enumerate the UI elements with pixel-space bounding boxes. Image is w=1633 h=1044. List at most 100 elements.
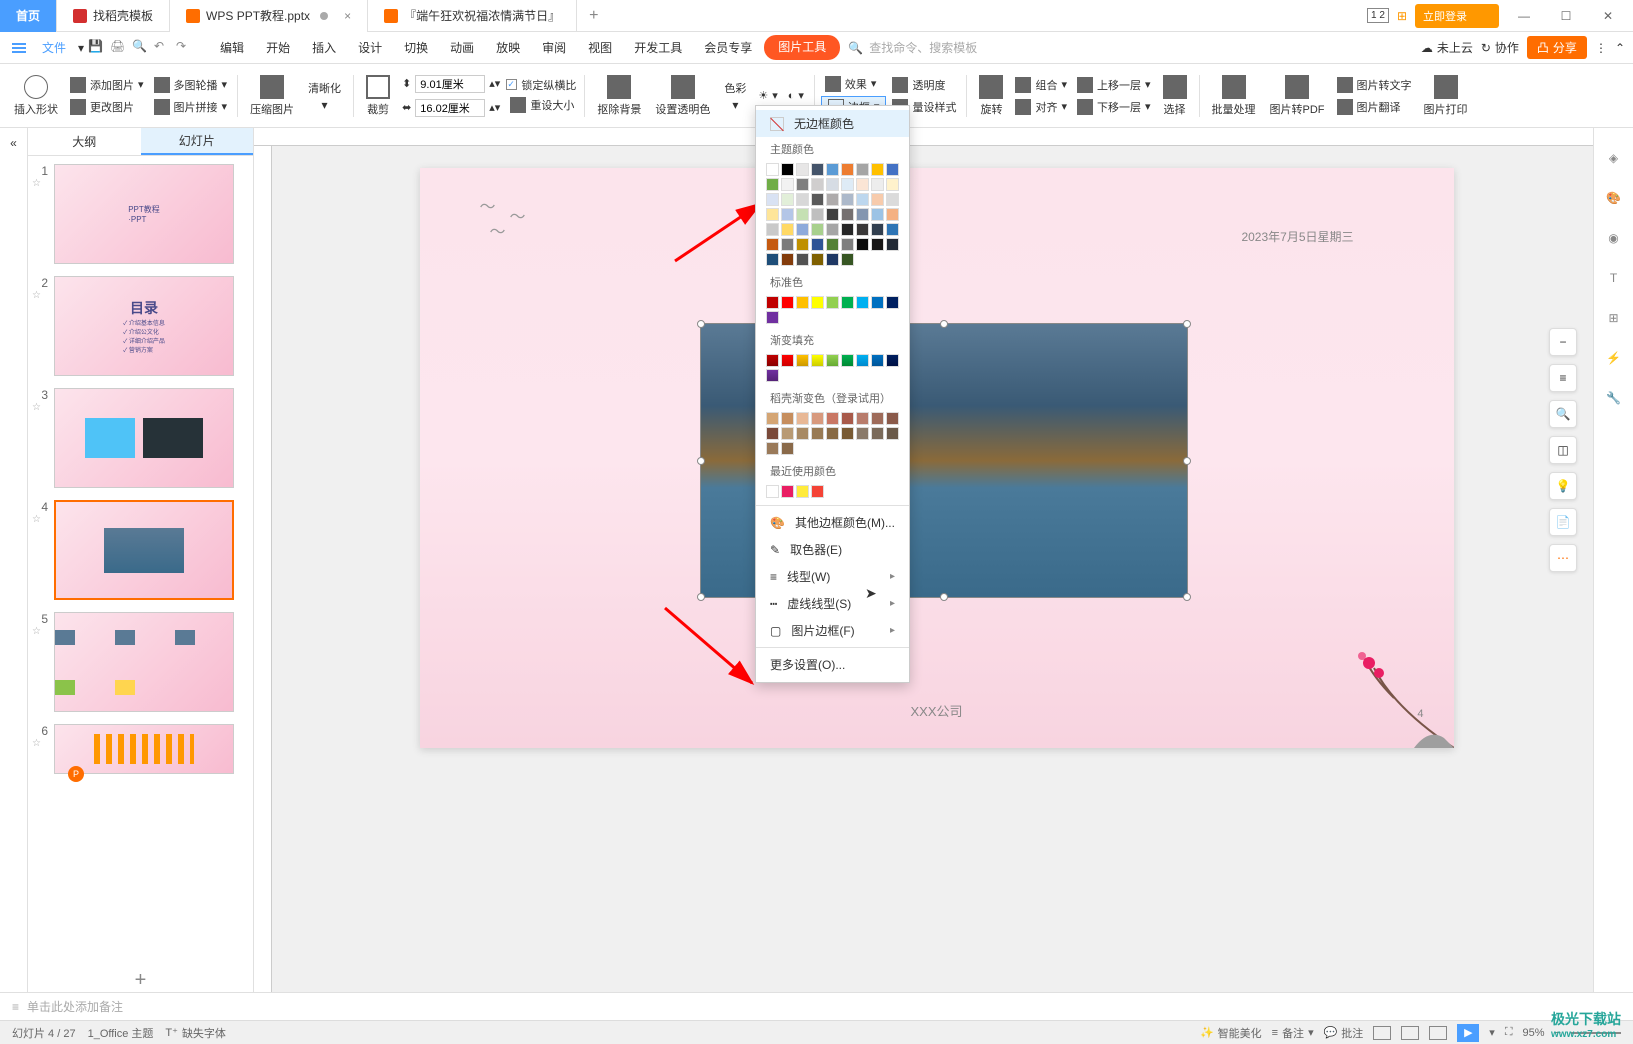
align-button[interactable]: 对齐▾	[1011, 97, 1071, 117]
tb-transparency[interactable]: 设置透明色	[649, 75, 716, 117]
float-crop-icon[interactable]: ◫	[1549, 436, 1577, 464]
color-swatch[interactable]	[856, 412, 869, 425]
slide-thumb-3[interactable]: 3☆	[32, 388, 249, 488]
slide-thumb-4[interactable]: 4☆	[32, 500, 249, 600]
rt-layout-icon[interactable]: ⊞	[1604, 308, 1624, 328]
color-swatch[interactable]	[871, 223, 884, 236]
color-swatch[interactable]	[826, 193, 839, 206]
color-swatch[interactable]	[766, 238, 779, 251]
color-swatch[interactable]	[841, 427, 854, 440]
thumbnail[interactable]	[54, 724, 234, 774]
menu-start[interactable]: 开始	[256, 35, 300, 60]
color-swatch[interactable]	[766, 369, 779, 382]
color-swatch[interactable]	[781, 354, 794, 367]
color-swatch[interactable]	[781, 223, 794, 236]
tb-select[interactable]: 选择	[1157, 75, 1193, 117]
color-swatch[interactable]	[856, 223, 869, 236]
color-swatch[interactable]	[781, 253, 794, 266]
menu-slideshow[interactable]: 放映	[486, 35, 530, 60]
color-swatch[interactable]	[856, 163, 869, 176]
color-swatch[interactable]	[781, 296, 794, 309]
rt-shapes-icon[interactable]: ◉	[1604, 228, 1624, 248]
dd-pic-border[interactable]: ▢图片边框(F)▸	[756, 617, 909, 644]
command-search[interactable]: 🔍 查找命令、搜索模板	[848, 39, 977, 56]
color-swatch[interactable]	[781, 208, 794, 221]
print-icon[interactable]: 🖨	[110, 39, 128, 57]
color-swatch[interactable]	[886, 208, 899, 221]
color-swatch[interactable]	[781, 178, 794, 191]
color-swatch[interactable]	[826, 238, 839, 251]
color-swatch[interactable]	[871, 354, 884, 367]
color-swatch[interactable]	[766, 311, 779, 324]
preview-icon[interactable]: 🔍	[132, 39, 150, 57]
menu-member[interactable]: 会员专享	[694, 35, 762, 60]
menu-devtools[interactable]: 开发工具	[624, 35, 692, 60]
color-swatch[interactable]	[811, 238, 824, 251]
coop-button[interactable]: ↻协作	[1481, 39, 1519, 56]
color-swatch[interactable]	[886, 238, 899, 251]
color-swatch[interactable]	[781, 238, 794, 251]
chevron-up-icon[interactable]: ⌃	[1615, 41, 1625, 55]
menu-animation[interactable]: 动画	[440, 35, 484, 60]
pic-translate-button[interactable]: 图片翻译	[1333, 97, 1416, 117]
color-swatch[interactable]	[871, 296, 884, 309]
color-swatch[interactable]	[781, 412, 794, 425]
color-swatch[interactable]	[841, 354, 854, 367]
dd-more-colors[interactable]: 🎨其他边框颜色(M)...	[756, 509, 909, 536]
share-button[interactable]: 凸分享	[1527, 36, 1587, 59]
color-swatch[interactable]	[826, 178, 839, 191]
color-swatch[interactable]	[766, 485, 779, 498]
undo-icon[interactable]: ↶	[154, 39, 172, 57]
color-swatch[interactable]	[826, 427, 839, 440]
color-swatch[interactable]	[796, 412, 809, 425]
color-swatch[interactable]	[766, 253, 779, 266]
color-swatch[interactable]	[871, 427, 884, 440]
menu-transition[interactable]: 切换	[394, 35, 438, 60]
color-swatch[interactable]	[781, 427, 794, 440]
tb-remove-bg[interactable]: 抠除背景	[591, 75, 647, 117]
dd-line-type[interactable]: ≡线型(W)▸	[756, 563, 909, 590]
color-swatch[interactable]	[841, 296, 854, 309]
resize-handle-bl[interactable]	[697, 593, 705, 601]
color-swatch[interactable]	[886, 163, 899, 176]
review-toggle[interactable]: 💬批注	[1324, 1025, 1364, 1041]
color-swatch[interactable]	[766, 296, 779, 309]
color-swatch[interactable]	[841, 223, 854, 236]
color-swatch[interactable]	[856, 354, 869, 367]
rt-animation-icon[interactable]: ⚡	[1604, 348, 1624, 368]
color-swatch[interactable]	[856, 208, 869, 221]
thumbnail-selected[interactable]	[54, 500, 234, 600]
smart-beauty-button[interactable]: ✨智能美化	[1200, 1025, 1262, 1041]
color-swatch[interactable]	[796, 354, 809, 367]
color-swatch[interactable]	[796, 238, 809, 251]
color-swatch[interactable]	[841, 193, 854, 206]
menu-design[interactable]: 设计	[348, 35, 392, 60]
color-swatch[interactable]	[886, 354, 899, 367]
move-down-button[interactable]: 下移一层▾	[1073, 97, 1155, 117]
color-swatch[interactable]	[766, 223, 779, 236]
color-swatch[interactable]	[796, 193, 809, 206]
color-swatch[interactable]	[811, 354, 824, 367]
thumbnail[interactable]: 目录✓ 介绍基本信息✓ 介绍公文化✓ 详细介绍产品✓ 营销方案	[54, 276, 234, 376]
color-swatch[interactable]	[886, 412, 899, 425]
color-swatch[interactable]	[841, 163, 854, 176]
width-input[interactable]	[415, 99, 485, 117]
status-missing-font[interactable]: T⁺缺失字体	[165, 1025, 226, 1041]
window-minimize[interactable]: —	[1507, 4, 1541, 28]
new-tab-button[interactable]: +	[577, 7, 610, 25]
window-close[interactable]: ✕	[1591, 4, 1625, 28]
color-swatch[interactable]	[796, 485, 809, 498]
contrast-button[interactable]: ◐▾	[784, 87, 808, 104]
picture-merge-button[interactable]: 图片拼接▾	[150, 97, 232, 117]
float-bulb-icon[interactable]: 💡	[1549, 472, 1577, 500]
color-swatch[interactable]	[841, 253, 854, 266]
color-swatch[interactable]	[856, 238, 869, 251]
color-swatch[interactable]	[826, 223, 839, 236]
color-swatch[interactable]	[841, 238, 854, 251]
menu-recent-icon[interactable]: ▾	[78, 41, 84, 55]
slides-list[interactable]: 1☆ PPT教程·PPT 2☆ 目录✓ 介绍基本信息✓ 介绍公文化✓ 详细介绍产…	[28, 156, 253, 968]
color-swatch[interactable]	[871, 163, 884, 176]
status-theme[interactable]: 1_Office 主题	[88, 1025, 154, 1041]
reset-size-button[interactable]: 重设大小	[506, 95, 578, 115]
slides-tab[interactable]: 幻灯片	[141, 128, 254, 155]
